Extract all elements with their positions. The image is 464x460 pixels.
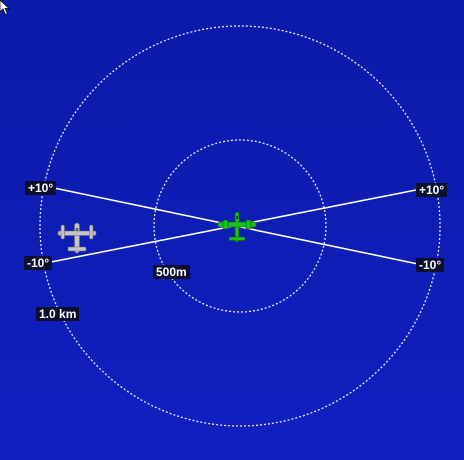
radar-display: +10° -10° +10° -10° 500m 1.0 km [0,0,464,460]
mouse-cursor-icon [0,0,10,16]
inner-ring-range-label: 500m [153,265,190,279]
radar-overlay [39,25,441,427]
left-minus-ten-degree-label: -10° [24,256,53,270]
left-plus-ten-degree-label: +10° [25,181,57,195]
own-aircraft-icon [217,211,257,243]
right-minus-ten-degree-label: -10° [416,258,445,272]
outer-ring-range-label: 1.0 km [36,307,80,321]
right-plus-ten-degree-label: +10° [416,183,448,197]
target-aircraft-icon [57,222,97,254]
